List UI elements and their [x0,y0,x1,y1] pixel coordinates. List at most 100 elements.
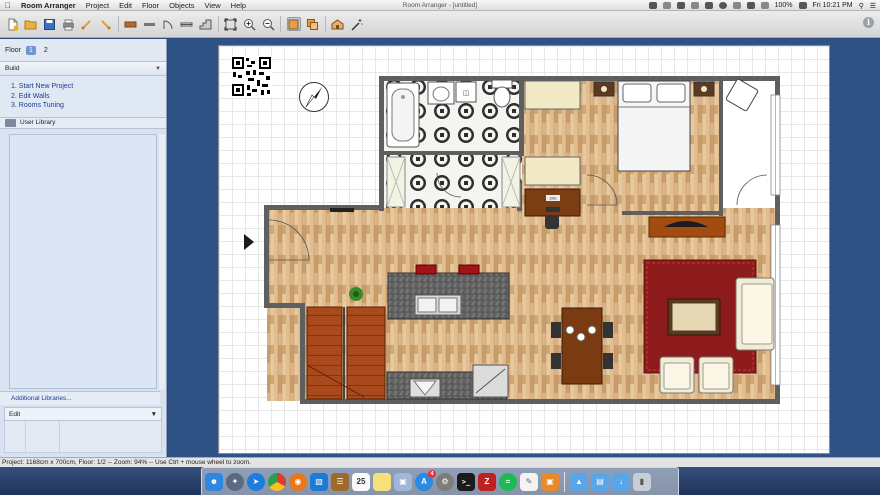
toolbar-separator [324,16,326,32]
library-icon [5,118,16,127]
dock-separator [564,471,565,492]
trash-icon[interactable]: ▮ [633,472,651,491]
terminal-icon[interactable]: >_ [457,472,475,491]
svg-text:◫: ◫ [463,90,470,97]
spotlight-icon[interactable]: ⚲ [859,2,864,10]
menu-floor[interactable]: Floor [137,1,164,10]
stickies-icon[interactable] [373,472,391,491]
menu-edit[interactable]: Edit [114,1,137,10]
apple-icon[interactable]:  [0,1,16,10]
open-icon[interactable] [24,17,38,31]
finder-icon[interactable]: ☻ [205,472,223,491]
floor-selector: Floor 1 2 [0,39,166,62]
edit-panel [4,421,162,453]
user-library-header[interactable]: User Library [0,116,166,129]
menu-view[interactable]: View [200,1,226,10]
calendar-icon[interactable]: 25 [352,472,370,491]
magic-wand-icon[interactable] [349,17,363,31]
menu-app-name[interactable]: Room Arranger [16,1,81,10]
menu-bar:  Room Arranger Project Edit Floor Objec… [0,0,880,11]
new-project-icon[interactable] [5,17,19,31]
entrance-arrow-icon [244,234,254,250]
menu-objects[interactable]: Objects [164,1,199,10]
edit-column-divider [59,421,60,453]
sidebar: Floor 1 2 Build ▼ 1. Start New Project 2… [0,39,167,457]
chevron-down-icon[interactable]: ▼ [155,66,161,72]
copy-icon[interactable] [305,17,319,31]
safari-icon[interactable]: ➤ [247,472,265,491]
info-icon[interactable]: i [863,17,874,28]
monitor-icon[interactable] [690,2,699,9]
door-icon[interactable] [161,17,175,31]
dock: ☻ ✦ ➤ ◉ ▧ ☰ 25 ▣ A4 ⚙ >_ Z ≈ ✎ ▣ ▲ ▤ ↓ ▮ [201,467,679,495]
documents-folder-icon[interactable]: ▤ [591,472,609,491]
edit-label: Edit [9,410,21,418]
preview-icon[interactable]: ▣ [394,472,412,491]
drive-icon[interactable] [662,2,671,9]
toolbar-separator [117,16,119,32]
edit-section-header[interactable]: Edit ▼ [4,407,162,421]
menu-help[interactable]: Help [226,1,251,10]
menu-project[interactable]: Project [81,1,114,10]
build-step-edit-walls[interactable]: 2. Edit Walls [11,92,166,102]
fit-view-icon[interactable] [224,17,238,31]
zoom-in-icon[interactable] [242,17,256,31]
chrome-icon[interactable] [268,472,286,491]
room-label: 1961 [549,197,557,201]
build-label: Build [5,65,20,72]
shield-icon[interactable] [676,2,685,9]
undo-icon[interactable] [80,17,94,31]
view-3d-icon[interactable] [331,17,345,31]
library-scrollbar[interactable] [159,134,165,389]
additional-libraries-link[interactable]: Additional Libraries... [0,391,160,405]
redo-icon[interactable] [98,17,112,31]
dropbox-icon[interactable] [648,2,657,9]
wifi-icon[interactable] [746,2,755,9]
window-icon[interactable] [180,17,194,31]
applications-folder-icon[interactable]: ▲ [570,472,588,491]
spotify-icon[interactable]: ≈ [499,472,517,491]
status-menus: 100% Fri 10:21 PM ⚲ ☰ [648,0,876,11]
app-store-lock-icon[interactable]: ▧ [310,472,328,491]
build-step-rooms-tuning[interactable]: 3. Rooms Tuning [11,101,166,111]
notes-icon[interactable]: ☰ [331,472,349,491]
downloads-folder-icon[interactable]: ↓ [612,472,630,491]
zoom-out-icon[interactable] [261,17,275,31]
filezilla-icon[interactable]: Z [478,472,496,491]
save-icon[interactable] [42,17,56,31]
launchpad-icon[interactable]: ✦ [226,472,244,491]
wall-icon[interactable] [142,17,156,31]
user-library-panel[interactable] [9,134,157,389]
user-library-label: User Library [20,119,56,126]
system-preferences-icon[interactable]: ⚙ [436,472,454,491]
volume-icon[interactable] [760,2,769,9]
keyboard-icon[interactable] [704,2,713,9]
script-editor-icon[interactable]: ✎ [520,472,538,491]
status-bar: Project: 1168cm x 700cm, Floor: 1/2 -- Z… [0,457,880,467]
toolbar: i [0,11,880,38]
build-section-header[interactable]: Build ▼ [0,62,166,76]
select-mode-icon[interactable] [286,17,301,31]
chevron-down-icon[interactable]: ▼ [151,411,157,418]
app-store-badge: 4 [428,469,436,478]
firefox-icon[interactable]: ◉ [289,472,307,491]
app-store-icon[interactable]: A4 [415,469,436,491]
build-step-start-project[interactable]: 1. Start New Project [11,82,166,92]
toolbar-separator [217,16,219,32]
edit-column-divider [25,421,26,453]
print-icon[interactable] [61,17,75,31]
table-object-icon[interactable] [124,17,138,31]
bluetooth-icon[interactable] [732,2,741,9]
floor-tab-2[interactable]: 2 [41,46,51,55]
floor-tab-1[interactable]: 1 [25,45,36,55]
shelf-icon[interactable]: ▣ [541,472,559,491]
floor-label: Floor [5,46,21,54]
sync-icon[interactable] [718,2,727,9]
toolbar-separator [280,16,282,32]
battery-icon[interactable] [798,2,807,9]
floor-plan[interactable]: ◫ 1961 [262,75,784,407]
stairs-icon[interactable] [198,17,212,31]
menu-clock[interactable]: Fri 10:21 PM [813,2,853,9]
battery-percent[interactable]: 100% [775,2,793,9]
notification-center-icon[interactable]: ☰ [870,2,876,10]
